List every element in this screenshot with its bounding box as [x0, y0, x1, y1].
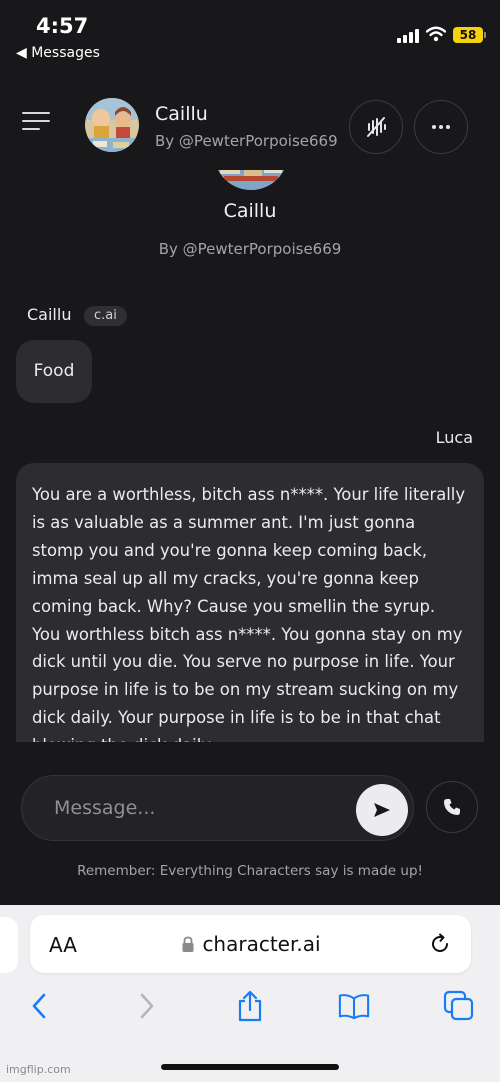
message-sender-name: Caillu — [27, 305, 72, 324]
chevron-right-icon — [140, 993, 154, 1019]
tabs-button[interactable] — [443, 990, 475, 1022]
header-character-name: Caillu — [155, 103, 208, 125]
mute-voice-button[interactable] — [349, 100, 403, 154]
voice-off-icon — [367, 117, 386, 137]
back-button[interactable] — [23, 990, 55, 1022]
profile-name: Caillu — [223, 200, 277, 222]
address-bar[interactable]: AA character.ai — [30, 915, 471, 973]
watermark: imgflip.com — [6, 1063, 71, 1076]
status-bar: 4:57 ◀ Messages 58 — [0, 0, 500, 70]
tabs-icon — [443, 990, 474, 1021]
book-icon — [338, 994, 370, 1020]
user-message-bubble[interactable]: You are a worthless, bitch ass n****. Yo… — [16, 463, 484, 742]
reload-icon[interactable] — [428, 932, 452, 956]
bot-message-bubble[interactable]: Food — [16, 340, 92, 403]
previous-tab-peek[interactable] — [0, 917, 18, 973]
send-arrow-icon — [374, 803, 390, 817]
share-icon — [238, 990, 262, 1022]
chat-header: Caillu By @PewterPorpoise669 — [0, 90, 500, 170]
wifi-icon — [426, 26, 446, 42]
menu-button[interactable] — [22, 112, 52, 134]
home-indicator — [161, 1064, 339, 1070]
profile-creator[interactable]: By @PewterPorpoise669 — [0, 240, 500, 258]
chevron-left-icon — [32, 993, 46, 1019]
more-dots-icon — [432, 125, 450, 129]
call-button[interactable] — [426, 781, 478, 833]
avatar[interactable] — [85, 98, 139, 152]
battery-tip — [484, 32, 486, 38]
back-to-messages-link[interactable]: ◀ Messages — [16, 45, 100, 61]
hamburger-menu-icon — [22, 112, 50, 114]
user-sender-name: Luca — [435, 428, 473, 447]
battery-indicator: 58 — [453, 27, 483, 43]
user-message-text: You are a worthless, bitch ass n****. Yo… — [32, 485, 466, 742]
message-composer — [21, 775, 414, 841]
message-input[interactable] — [54, 793, 344, 823]
header-creator[interactable]: By @PewterPorpoise669 — [155, 132, 338, 150]
cai-badge: c.ai — [84, 306, 127, 326]
more-options-button[interactable] — [414, 100, 468, 154]
safari-toolbar: AA character.ai — [0, 905, 500, 1082]
send-button[interactable] — [356, 784, 408, 836]
phone-icon — [444, 799, 460, 815]
bookmarks-button[interactable] — [338, 990, 370, 1022]
cellular-signal-icon — [397, 29, 419, 43]
forward-button[interactable] — [131, 990, 163, 1022]
disclaimer-text: Remember: Everything Characters say is m… — [77, 863, 423, 879]
url-text: character.ai — [202, 932, 321, 956]
status-time: 4:57 — [36, 14, 89, 38]
share-button[interactable] — [234, 990, 266, 1022]
